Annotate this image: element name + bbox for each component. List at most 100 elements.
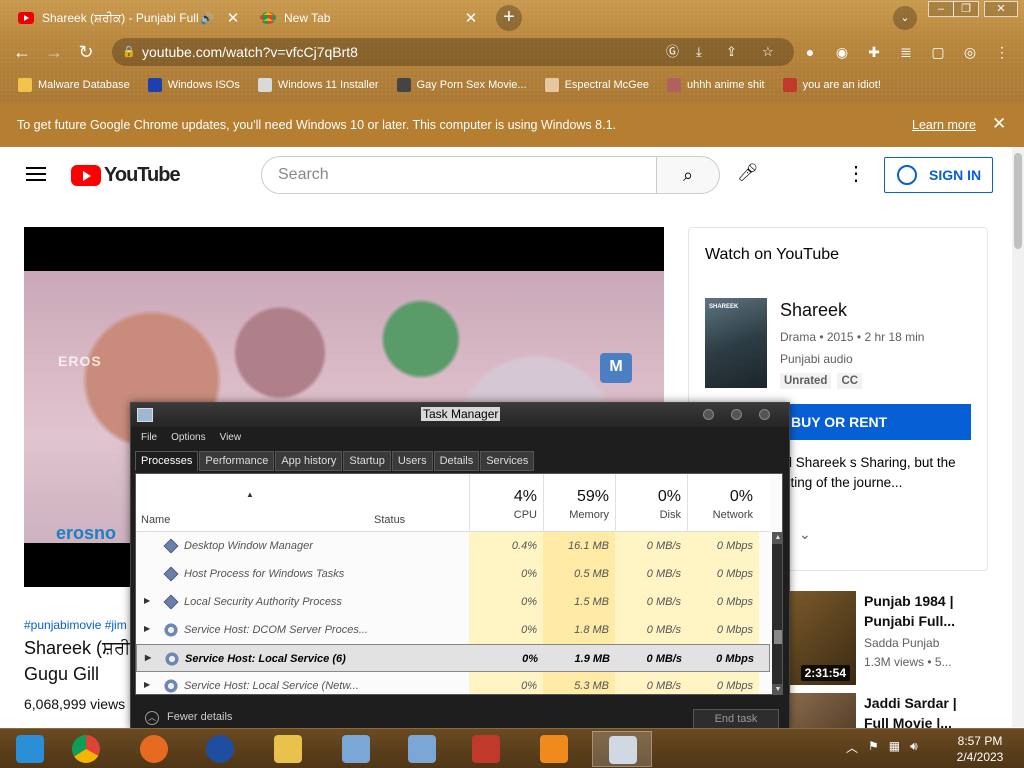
task-manager-app[interactable] xyxy=(592,731,652,767)
google-lens-icon[interactable]: Ⓖ xyxy=(666,38,679,66)
close-window-button[interactable]: ✕ xyxy=(984,1,1018,17)
tab-youtube[interactable]: Shareek (ਸ਼ਰੀਕ) - Punjabi Full 🔊 ✕ xyxy=(8,2,248,34)
process-scrollbar[interactable]: ▲ ▼ xyxy=(772,532,782,694)
back-icon[interactable]: ← xyxy=(10,40,34,64)
chrome-menu-icon[interactable]: ⋮ xyxy=(992,42,1012,62)
close-infobar-icon[interactable]: ✕ xyxy=(992,114,1006,134)
bookmark-item[interactable]: Gay Porn Sex Movie... xyxy=(396,78,527,92)
process-row[interactable]: Host Process for Windows Tasks 0% 0.5 MB 0 … xyxy=(136,560,770,588)
recommended-title[interactable]: Punjab 1984 | Punjabi Full... xyxy=(864,591,984,631)
search-input[interactable]: Search xyxy=(261,156,657,194)
tab-search-icon[interactable]: ⌄ xyxy=(893,6,917,30)
movie-poster[interactable]: SHAREEK xyxy=(705,298,767,388)
profile-icon[interactable]: ◎ xyxy=(960,42,980,62)
column-status[interactable]: Status xyxy=(374,514,405,526)
video-hashtags[interactable]: #punjabimovie #jim xyxy=(24,618,127,632)
install-icon[interactable]: ⤓ xyxy=(696,38,702,66)
tab-new-tab[interactable]: New Tab ✕ xyxy=(250,2,486,34)
bookmark-item[interactable]: Espectral McGee xyxy=(544,78,649,92)
video-thumbnail[interactable]: 2:31:54 xyxy=(790,591,856,685)
expand-arrow-icon[interactable]: ▶ xyxy=(144,596,150,605)
obama-logo-app[interactable] xyxy=(190,731,250,767)
scrollbar-thumb[interactable] xyxy=(1014,153,1022,249)
maximize-button[interactable]: ❐ xyxy=(953,1,979,17)
network-app-2[interactable] xyxy=(392,731,452,767)
close-button[interactable] xyxy=(759,409,770,420)
learn-more-link[interactable]: Learn more xyxy=(912,118,976,132)
search-button[interactable]: ⌕ xyxy=(656,156,720,194)
close-tab-icon[interactable]: ✕ xyxy=(224,9,242,27)
bookmark-item[interactable]: Windows ISOs xyxy=(147,78,240,92)
column-network[interactable]: 0% Network xyxy=(687,474,759,532)
reload-icon[interactable]: ↻ xyxy=(74,40,98,64)
process-row[interactable]: ▶ Local Security Authority Process 0% 1.5 M… xyxy=(136,588,770,616)
side-panel-icon[interactable]: ▢ xyxy=(928,42,948,62)
minimize-button[interactable] xyxy=(703,409,714,420)
process-row[interactable]: ▶ Service Host: Local Service (Netw... 0% 5… xyxy=(136,672,770,694)
youtube-logo[interactable]: YouTube xyxy=(71,164,181,187)
tab-startup[interactable]: Startup xyxy=(343,451,391,471)
minimize-button[interactable]: – xyxy=(928,1,954,17)
forward-icon[interactable]: → xyxy=(42,40,66,64)
column-name[interactable]: Name xyxy=(141,514,170,526)
start-button[interactable] xyxy=(0,731,60,767)
tab-performance[interactable]: Performance xyxy=(199,451,275,471)
clock[interactable]: 8:57 PM 2/4/2023 xyxy=(950,733,1010,765)
extensions-puzzle-icon[interactable]: ✚ xyxy=(864,42,884,62)
network-app-1[interactable] xyxy=(326,731,386,767)
close-tab-icon[interactable]: ✕ xyxy=(462,9,480,27)
page-scrollbar[interactable] xyxy=(1012,147,1024,727)
column-cpu[interactable]: 4% CPU xyxy=(469,474,543,532)
process-row[interactable]: ▶ Service Host: Local Service (6) 0% 1.9 MB… xyxy=(136,644,770,672)
firefox-app[interactable] xyxy=(124,731,184,767)
process-row[interactable]: ▶ Service Host: DCOM Server Proces... 0% 1.… xyxy=(136,616,770,644)
tab-users[interactable]: Users xyxy=(391,451,433,471)
flag-icon[interactable]: ⚑ xyxy=(868,739,879,756)
chrome-app[interactable] xyxy=(56,731,116,767)
settings-menu-icon[interactable]: ⋮ xyxy=(846,161,866,187)
extension-flag-icon[interactable]: ● xyxy=(800,42,820,62)
menu-file[interactable]: File xyxy=(141,429,157,447)
maximize-button[interactable] xyxy=(731,409,742,420)
vlc-app[interactable] xyxy=(524,731,584,767)
lock-icon[interactable]: 🔒 xyxy=(122,38,136,66)
menu-view[interactable]: View xyxy=(220,429,242,447)
menu-icon[interactable] xyxy=(26,167,46,181)
task-manager-titlebar[interactable]: Task Manager xyxy=(131,403,789,427)
share-icon[interactable]: ⇪ xyxy=(726,38,737,66)
movie-name[interactable]: Shareek xyxy=(780,300,847,321)
media-control-icon[interactable]: ≣ xyxy=(896,42,916,62)
bookmark-item[interactable]: you are an idiot! xyxy=(782,78,881,92)
show-hidden-icons-icon[interactable]: ︿ xyxy=(846,739,858,756)
scrollbar-thumb[interactable] xyxy=(774,630,782,644)
file-explorer-app[interactable] xyxy=(258,731,318,767)
channel-name[interactable]: Sadda Punjab xyxy=(864,636,939,650)
bookmark-item[interactable]: Windows 11 Installer xyxy=(257,78,379,92)
chevron-down-icon[interactable]: ⌄ xyxy=(799,526,811,543)
microphone-icon[interactable]: 🎤︎ xyxy=(736,163,760,187)
bookmark-item[interactable]: Malware Database xyxy=(18,78,130,92)
column-disk[interactable]: 0% Disk xyxy=(615,474,687,532)
expand-arrow-icon[interactable]: ▶ xyxy=(144,624,150,633)
network-icon[interactable]: ▦ xyxy=(889,739,900,756)
process-row[interactable]: Desktop Window Manager 0.4% 16.1 MB 0 MB/s 0… xyxy=(136,532,770,560)
expand-arrow-icon[interactable]: ▶ xyxy=(144,680,150,689)
menu-options[interactable]: Options xyxy=(171,429,205,447)
sign-in-button[interactable]: SIGN IN xyxy=(884,157,993,193)
column-memory[interactable]: 59% Memory xyxy=(543,474,615,532)
volume-icon[interactable]: 🔊︎ xyxy=(910,739,918,756)
new-tab-button[interactable]: + xyxy=(496,5,522,31)
tab-details[interactable]: Details xyxy=(433,451,480,471)
tab-app-history[interactable]: App history xyxy=(275,451,343,471)
end-task-button[interactable]: End task xyxy=(693,709,779,729)
red-app[interactable] xyxy=(456,731,516,767)
extension-avatar-icon[interactable]: ◉ xyxy=(832,42,852,62)
bookmark-item[interactable]: uhhh anime shit xyxy=(666,78,765,92)
fewer-details-button[interactable]: ︿ Fewer details xyxy=(145,711,232,725)
expand-arrow-icon[interactable]: ▶ xyxy=(145,653,151,662)
address-bar[interactable]: 🔒 youtube.com/watch?v=vfcCj7qBrt8 Ⓖ ⤓ ⇪ … xyxy=(112,38,794,66)
recommended-title[interactable]: Jaddi Sardar | Full Movie |... xyxy=(864,693,984,733)
tab-services[interactable]: Services xyxy=(480,451,535,471)
bookmark-star-icon[interactable]: ☆ xyxy=(762,38,774,66)
scroll-down-icon[interactable]: ▼ xyxy=(772,684,782,694)
